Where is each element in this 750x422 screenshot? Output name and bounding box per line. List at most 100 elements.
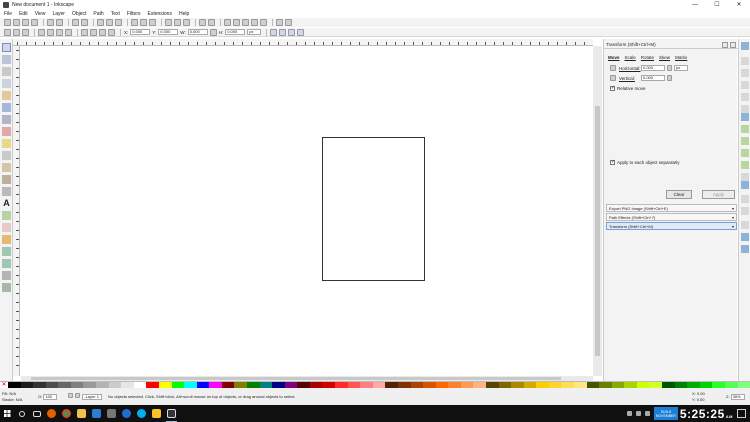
layers-icon[interactable]	[242, 19, 249, 26]
snap-path-icon[interactable]	[741, 125, 749, 133]
xml-editor-icon[interactable]	[251, 19, 258, 26]
vertical-scrollbar[interactable]	[593, 46, 602, 376]
menu-view[interactable]: View	[35, 11, 46, 17]
menu-filters[interactable]: Filters	[127, 11, 141, 17]
snap-bbox-center-icon[interactable]	[741, 105, 749, 113]
volume-icon[interactable]	[644, 411, 650, 416]
group-icon[interactable]	[199, 19, 206, 26]
date-widget[interactable]: SUN 8 NOVEMBER	[653, 407, 678, 420]
undo-icon[interactable]	[72, 19, 79, 26]
gradient-tool-icon[interactable]	[2, 247, 11, 256]
raise-to-top-icon[interactable]	[81, 28, 88, 36]
spiral-tool-icon[interactable]	[2, 151, 11, 160]
apply-each-checkbox[interactable]	[610, 159, 615, 165]
task-view-icon[interactable]	[29, 405, 44, 422]
lock-icon[interactable]	[209, 28, 217, 36]
flip-vertical-icon[interactable]	[65, 28, 72, 36]
vertical-scroll-thumb[interactable]	[595, 106, 600, 356]
minimize-button[interactable]: —	[684, 0, 706, 10]
rotate-cw-icon[interactable]	[47, 28, 54, 36]
lower-to-bottom-icon[interactable]	[108, 28, 115, 36]
inkscape-taskbar-icon[interactable]	[164, 405, 179, 422]
eraser-tool-icon[interactable]	[2, 223, 11, 232]
x-field[interactable]: 0.000	[130, 29, 151, 35]
snap-midpoint-icon[interactable]	[741, 173, 749, 181]
menu-path[interactable]: Path	[93, 11, 103, 17]
search-icon[interactable]	[14, 405, 29, 422]
import-icon[interactable]	[47, 19, 54, 26]
fill-stroke-icon[interactable]	[224, 19, 231, 26]
snap-center-icon[interactable]	[741, 195, 749, 203]
snap-bbox-midpoint-icon[interactable]	[741, 93, 749, 101]
horizontal-field[interactable]: 0.000	[641, 65, 665, 71]
menu-layer[interactable]: Layer	[52, 11, 65, 17]
tab-rotate[interactable]: Rotate	[641, 55, 654, 60]
transform-gradients-icon[interactable]	[288, 28, 296, 36]
duplicate-icon[interactable]	[165, 19, 172, 26]
layer-lock-icon[interactable]	[75, 393, 81, 398]
scale-corners-icon[interactable]	[279, 28, 287, 36]
rectangle-tool-icon[interactable]	[2, 103, 11, 112]
document-page[interactable]	[322, 137, 425, 281]
dialog-transform[interactable]: Transform (Shift+Ctrl+M) ▾	[606, 222, 737, 230]
snap-cusp-icon[interactable]	[741, 149, 749, 157]
mesh-tool-icon[interactable]	[2, 259, 11, 268]
pen-tool-icon[interactable]	[2, 175, 11, 184]
open-icon[interactable]	[13, 19, 20, 26]
firefox-icon[interactable]	[44, 405, 59, 422]
tab-move[interactable]: Move	[608, 55, 620, 60]
dropper-tool-icon[interactable]	[2, 271, 11, 280]
snap-grid-icon[interactable]	[741, 233, 749, 241]
3d-box-tool-icon[interactable]	[2, 115, 11, 124]
zoom-field[interactable]: 35%	[730, 393, 745, 400]
fill-stroke-indicator[interactable]: Fill: N/A Stroke: N/A	[0, 391, 38, 403]
snap-nodes-icon[interactable]	[741, 113, 749, 121]
deselect-icon[interactable]	[22, 28, 29, 36]
apply-button[interactable]: Apply	[702, 190, 735, 199]
windows-start-icon[interactable]	[0, 405, 14, 422]
h-field[interactable]: 0.000	[225, 29, 246, 35]
w-field[interactable]: 0.000	[187, 29, 208, 35]
preferences-icon[interactable]	[276, 19, 283, 26]
drawing-canvas[interactable]	[21, 46, 593, 376]
selector-tool-icon[interactable]	[2, 43, 11, 52]
lower-icon[interactable]	[99, 28, 106, 36]
paste-icon[interactable]	[115, 19, 122, 26]
connector-tool-icon[interactable]	[2, 283, 11, 292]
dialog-path-effects[interactable]: Path Effects (Shift+Ctrl+7) ▾	[606, 213, 737, 221]
opacity-field[interactable]: 100	[43, 393, 58, 400]
select-all-layers-icon[interactable]	[13, 28, 20, 36]
pencil-tool-icon[interactable]	[2, 163, 11, 172]
horizontal-spin-icon[interactable]	[667, 65, 672, 71]
calligraphy-tool-icon[interactable]	[2, 187, 11, 196]
spray-tool-icon[interactable]	[2, 211, 11, 220]
network-icon[interactable]	[635, 411, 641, 416]
align-distribute-icon[interactable]	[260, 19, 267, 26]
star-tool-icon[interactable]	[2, 139, 11, 148]
tab-skew[interactable]: Skew	[659, 55, 670, 60]
ellipse-tool-icon[interactable]	[2, 127, 11, 136]
action-center-icon[interactable]	[737, 409, 746, 418]
menu-object[interactable]: Object	[72, 11, 86, 17]
maximize-button[interactable]: ☐	[706, 0, 728, 10]
text-font-icon[interactable]	[233, 19, 240, 26]
snap-rotation-center-icon[interactable]	[741, 207, 749, 215]
document-properties-icon[interactable]	[285, 19, 292, 26]
paint-bucket-tool-icon[interactable]	[2, 235, 11, 244]
close-button[interactable]: ✕	[728, 0, 750, 10]
scale-stroke-icon[interactable]	[270, 28, 278, 36]
snap-guide-icon[interactable]	[741, 245, 749, 253]
zoom-drawing-icon[interactable]	[140, 19, 147, 26]
snap-bbox-edge-icon[interactable]	[741, 69, 749, 77]
snap-intersection-icon[interactable]	[741, 137, 749, 145]
vertical-spin-icon[interactable]	[667, 75, 672, 81]
menu-edit[interactable]: Edit	[19, 11, 28, 17]
game-icon[interactable]	[149, 405, 164, 422]
snap-others-icon[interactable]	[741, 181, 749, 189]
export-icon[interactable]	[56, 19, 63, 26]
raise-icon[interactable]	[90, 28, 97, 36]
select-all-icon[interactable]	[4, 28, 11, 36]
transform-patterns-icon[interactable]	[297, 28, 305, 36]
file-explorer-icon[interactable]	[74, 405, 89, 422]
dock-close-icon[interactable]	[730, 42, 736, 48]
